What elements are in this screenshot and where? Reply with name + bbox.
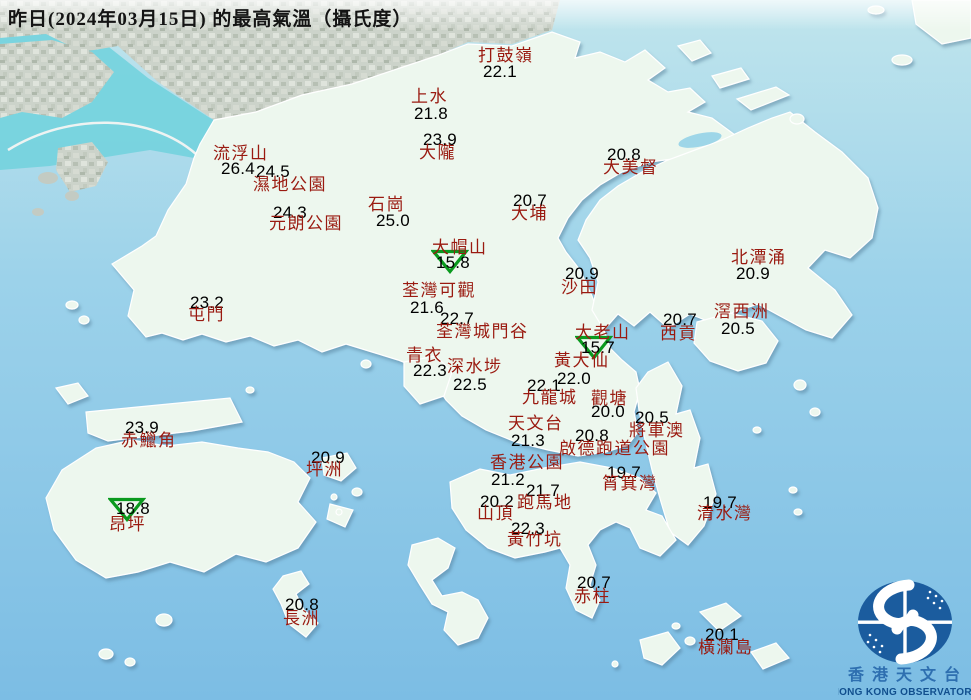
station-name: 大美督 [603,158,659,177]
islet [752,426,762,434]
station-name: 山頂 [477,504,514,523]
station-name: 跑馬地 [517,493,573,512]
station-temp-value: 21.2 [491,470,525,489]
station-name: 黃竹坑 [507,530,563,549]
islet [65,300,79,310]
station-name: 赤鱲角 [121,431,177,450]
station-name: 筲箕灣 [602,474,658,493]
station-name: 橫瀾島 [698,638,754,657]
island-ping-chau [891,54,913,66]
hko-logo: 香 港 天 文 台 HONG KONG OBSERVATORY [838,579,971,698]
islet [684,636,696,646]
station-name: 滘西洲 [714,302,770,321]
hko-logo-chinese: 香 港 天 文 台 [847,665,962,684]
station-temp-value: 21.6 [410,298,444,317]
station-temp-value: 21.3 [511,431,545,450]
island-ma-wan [360,359,372,369]
station-name: 北潭涌 [731,248,787,267]
island-brothers [245,386,255,394]
station-name: 荃灣城門谷 [436,322,529,341]
station-name: 大帽山 [432,238,488,257]
station-name: 荃灣可觀 [402,281,476,300]
station-name: 青衣 [406,346,443,365]
hko-logo-english: HONG KONG OBSERVATORY [838,687,971,698]
island-ninepin-b [809,407,821,417]
station-name: 坪洲 [306,460,343,479]
station-name: 清水灣 [697,504,753,523]
station-name: 赤柱 [574,587,611,606]
station-name: 大埔 [511,204,548,223]
island-soko-b [124,657,136,667]
station-name: 元朗公園 [269,214,343,233]
station-name: 昂坪 [109,515,146,534]
station-temp-value: 25.0 [376,211,410,230]
station-temp-value: 20.9 [736,264,770,283]
station-temp-value: 22.0 [557,369,591,388]
station-name: 天文台 [508,414,564,433]
island-lantau [45,439,317,579]
island-waglan [671,622,681,630]
station-name: 九龍城 [522,388,578,407]
islet [611,660,619,668]
station-name: 屯門 [188,305,225,324]
station-name: 西貢 [660,324,697,343]
station-temp-value: 21.8 [414,104,448,123]
islet [335,508,343,516]
station-name: 上水 [411,87,448,106]
hk-max-temperature-map: 昨日(2024年03月15日) 的最高氣溫（攝氏度） 22.1 打鼓嶺 21.8 上水… [0,0,971,700]
islet [330,493,338,501]
station-temp-value: 22.5 [453,375,487,394]
island-ninepin-a [793,379,807,391]
station-name: 將軍澳 [629,421,685,440]
station-name: 長洲 [283,609,320,628]
station-name: 大隴 [419,143,456,162]
station-temp-value: 20.5 [721,319,755,338]
station-name: 啟德跑道公園 [559,439,670,458]
islet [793,508,803,516]
station-temp-value: 22.1 [483,62,517,81]
islet [78,315,90,325]
hong-kong-map [0,0,971,700]
island-tap-mun [789,113,805,125]
station-name: 觀塘 [591,389,628,408]
island-soko-a [98,648,114,660]
station-name: 石崗 [368,195,405,214]
islet [788,486,798,494]
island-kau-yi-chau [351,487,363,497]
station-name: 打鼓嶺 [478,46,534,65]
station-name: 香港公園 [490,453,564,472]
station-name: 大老山 [575,323,631,342]
station-name: 流浮山 [213,144,269,163]
station-name: 黃大仙 [554,351,610,370]
station-name: 濕地公園 [253,175,327,194]
island-shek-kwu-chau [155,613,173,627]
station-name: 沙田 [561,278,598,297]
station-name: 深水埗 [447,357,503,376]
map-title: 昨日(2024年03月15日) 的最高氣溫（攝氏度） [8,9,413,30]
